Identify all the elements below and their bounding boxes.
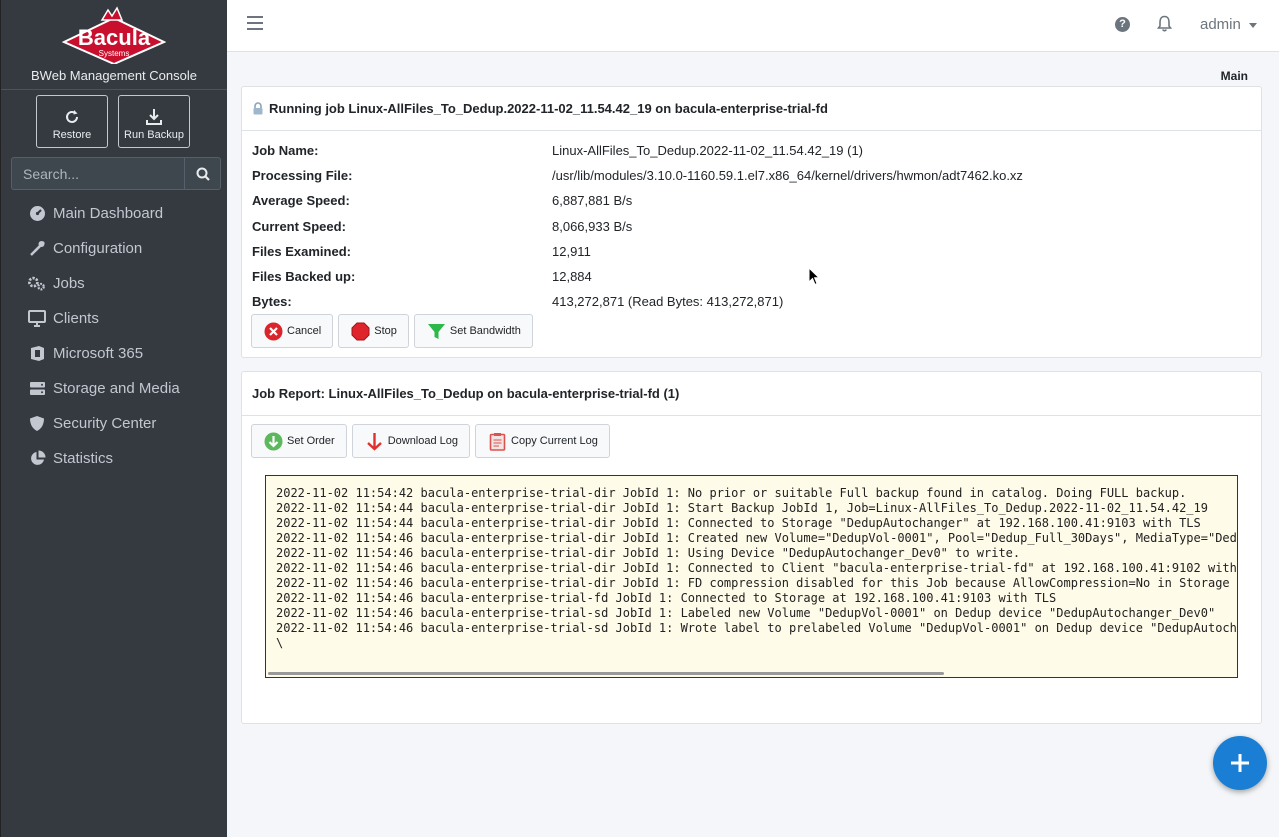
funnel-icon <box>427 323 445 339</box>
add-button[interactable] <box>1213 736 1267 790</box>
dashboard-icon <box>28 205 46 223</box>
sidebar-item-label: Configuration <box>53 240 143 257</box>
set-bandwidth-button[interactable]: Set Bandwidth <box>413 314 533 348</box>
bacula-logo[interactable]: Bacula Systems <box>62 6 166 64</box>
info-row-current-speed: Current Speed: 8,066,933 B/s <box>252 218 633 234</box>
set-order-button[interactable]: Set Order <box>251 424 347 458</box>
job-report-card: Job Report: Linux-AllFiles_To_Dedup on b… <box>241 371 1262 724</box>
help-icon[interactable]: ? <box>1115 17 1130 32</box>
sidebar-item-security-center[interactable]: Security Center <box>1 406 227 441</box>
sidebar: Bacula Systems BWeb Management Console R… <box>0 0 227 837</box>
info-row-job-name: Job Name: Linux-AllFiles_To_Dedup.2022-11… <box>252 143 864 158</box>
hamburger-menu-icon[interactable] <box>247 16 263 32</box>
top-navbar: ? admin <box>227 0 1279 52</box>
sidebar-item-label: Clients <box>53 310 99 327</box>
tools-icon <box>28 240 46 258</box>
caret-down-icon <box>1248 22 1257 28</box>
restore-button[interactable]: Restore <box>36 95 108 148</box>
download-log-button[interactable]: Download Log <box>351 424 471 458</box>
breadcrumb[interactable]: Main <box>1221 69 1248 83</box>
sidebar-item-label: Main Dashboard <box>53 205 164 222</box>
stop-button[interactable]: Stop <box>338 314 409 348</box>
sidebar-item-configuration[interactable]: Configuration <box>1 231 227 266</box>
stop-icon <box>351 322 370 340</box>
lock-icon <box>252 102 264 115</box>
horizontal-scrollbar[interactable] <box>268 672 944 675</box>
job-log[interactable]: 2022-11-02 11:54:42 bacula-enterprise-tr… <box>265 475 1238 678</box>
sidebar-item-storage-and-media[interactable]: Storage and Media <box>1 371 227 406</box>
running-job-card: Running job Linux-AllFiles_To_Dedup.2022… <box>241 86 1262 358</box>
sidebar-item-label: Security Center <box>53 415 157 432</box>
run-backup-button[interactable]: Run Backup <box>118 95 190 148</box>
bell-icon[interactable] <box>1157 15 1172 32</box>
cogs-icon <box>28 275 46 293</box>
clipboard-icon <box>489 432 506 451</box>
brand-text: BWeb Management Console <box>31 68 197 83</box>
search-input[interactable] <box>11 157 184 190</box>
quick-actions: Restore Run Backup <box>1 90 227 148</box>
running-job-header: Running job Linux-AllFiles_To_Dedup.2022… <box>242 87 1261 131</box>
restore-label: Restore <box>52 129 92 141</box>
arrow-down-circle-icon <box>264 432 283 450</box>
job-info: Job Name: Linux-AllFiles_To_Dedup.2022-11… <box>252 143 1023 319</box>
arrow-down-icon <box>366 432 382 451</box>
logo-subtext: Systems <box>99 49 130 58</box>
hdd-icon <box>28 380 46 398</box>
info-row-files-backed-up: Files Backed up: 12,884 <box>252 268 592 284</box>
plus-icon <box>1231 754 1249 772</box>
sidebar-item-main-dashboard[interactable]: Main Dashboard <box>1 196 227 231</box>
job-actions: Cancel Stop Set Bandwidth <box>251 314 533 348</box>
info-row-files-examined: Files Examined: 12,911 <box>252 243 591 259</box>
sidebar-item-label: Jobs <box>53 275 85 292</box>
copy-log-button[interactable]: Copy Current Log <box>475 424 610 458</box>
refresh-icon <box>66 110 78 123</box>
search-button[interactable] <box>184 157 221 190</box>
run-backup-label: Run Backup <box>124 129 184 141</box>
brand: Bacula Systems BWeb Management Console <box>1 0 227 90</box>
sidebar-item-jobs[interactable]: Jobs <box>1 266 227 301</box>
job-report-header: Job Report: Linux-AllFiles_To_Dedup on b… <box>242 372 1261 416</box>
shield-icon <box>28 415 46 433</box>
cancel-icon <box>264 322 283 340</box>
job-log-text: 2022-11-02 11:54:42 bacula-enterprise-tr… <box>276 486 1238 650</box>
search-icon <box>196 167 210 181</box>
running-job-title: Running job Linux-AllFiles_To_Dedup.2022… <box>269 101 828 116</box>
sidebar-item-label: Statistics <box>53 450 114 467</box>
sidebar-item-microsoft-365[interactable]: Microsoft 365 <box>1 336 227 371</box>
pie-chart-icon <box>28 450 46 468</box>
sidebar-nav: Main Dashboard Configuration Jobs Client… <box>1 196 227 476</box>
sidebar-item-statistics[interactable]: Statistics <box>1 441 227 476</box>
user-name: admin <box>1200 16 1241 33</box>
report-actions: Set Order Download Log Copy Current Log <box>251 424 610 458</box>
sidebar-item-label: Microsoft 365 <box>53 345 144 362</box>
job-report-title: Job Report: Linux-AllFiles_To_Dedup on b… <box>252 386 680 401</box>
sidebar-search <box>11 157 221 190</box>
info-row-processing-file: Processing File:/usr/lib/modules/3.10.0-… <box>252 168 1023 184</box>
office-icon <box>28 345 46 363</box>
mouse-cursor-icon <box>808 267 820 286</box>
cancel-button[interactable]: Cancel <box>251 314 334 348</box>
sidebar-item-label: Storage and Media <box>53 380 180 397</box>
logo-text: Bacula <box>78 25 151 50</box>
download-icon <box>146 109 162 125</box>
user-menu[interactable]: admin <box>1200 16 1257 33</box>
info-row-average-speed: Average Speed: 6,887,881 B/s <box>252 193 633 209</box>
sidebar-item-clients[interactable]: Clients <box>1 301 227 336</box>
desktop-icon <box>28 310 46 328</box>
